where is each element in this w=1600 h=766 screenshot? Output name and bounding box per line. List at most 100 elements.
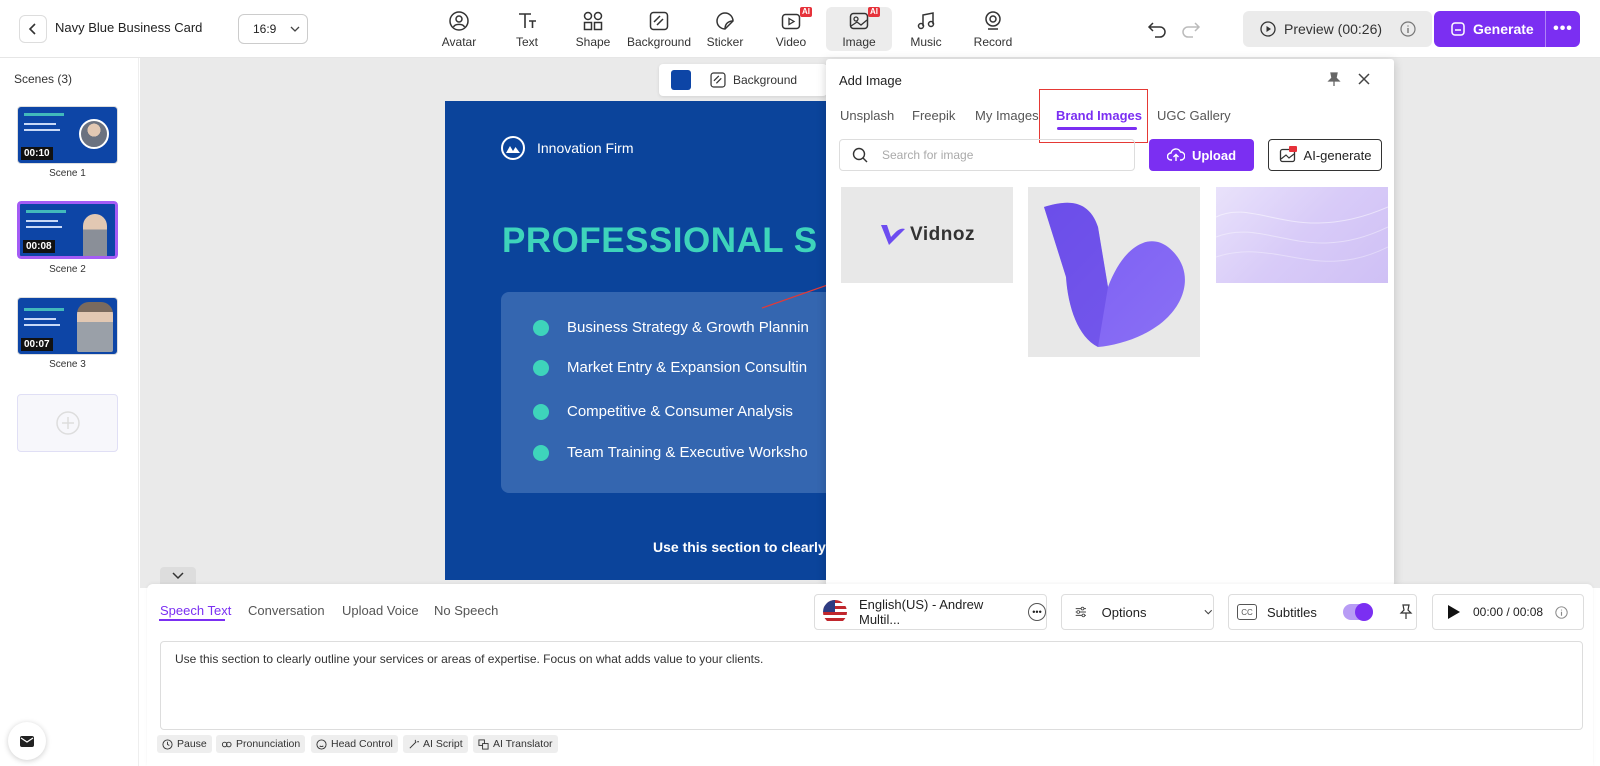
- thumb-line: [24, 318, 56, 320]
- upload-button[interactable]: Upload: [1149, 139, 1254, 171]
- scene-label: Scene 3: [49, 359, 86, 370]
- search-icon: [852, 147, 868, 163]
- generate-label: Generate: [1473, 21, 1534, 37]
- redo-icon: [1182, 22, 1201, 38]
- brand-image-vidnoz-wordmark[interactable]: Vidnoz: [841, 187, 1013, 283]
- pause-button[interactable]: Pause: [157, 735, 212, 753]
- voice-select[interactable]: English(US) - Andrew Multil... •••: [814, 594, 1047, 630]
- magic-pin-icon[interactable]: [1397, 603, 1415, 621]
- upload-label: Upload: [1191, 147, 1237, 163]
- generate-more-button[interactable]: •••: [1546, 20, 1580, 38]
- tool-video[interactable]: AI Video: [758, 6, 824, 51]
- tool-label: Text: [515, 34, 538, 49]
- background-icon: [649, 11, 669, 30]
- ai-generate-label: AI-generate: [1303, 147, 1372, 163]
- messages-button[interactable]: [8, 722, 46, 760]
- ai-image-icon: [1279, 146, 1297, 163]
- ai-translator-button[interactable]: AI Translator: [473, 735, 558, 753]
- redo-button[interactable]: [1180, 18, 1202, 40]
- preview-button[interactable]: Preview (00:26): [1243, 11, 1432, 47]
- pronunciation-button[interactable]: Pronunciation: [216, 735, 306, 753]
- tab-conversation[interactable]: Conversation: [248, 603, 325, 618]
- service-text: Market Entry & Expansion Consultin: [567, 359, 808, 376]
- background-icon: [710, 72, 726, 88]
- slide-canvas[interactable]: Innovation Firm PROFESSIONAL S Business …: [445, 101, 829, 580]
- tool-image[interactable]: AI Image: [826, 6, 892, 51]
- search-input[interactable]: Search for image: [882, 148, 973, 162]
- info-icon[interactable]: [1555, 605, 1568, 619]
- background-tool[interactable]: Background: [709, 71, 797, 89]
- bullet-dot: [533, 444, 549, 461]
- preview-label: Preview (00:26): [1284, 21, 1383, 37]
- image-search-box[interactable]: Search for image: [839, 139, 1135, 171]
- services-box[interactable]: Business Strategy & Growth Plannin Marke…: [501, 292, 829, 493]
- options-select[interactable]: Options: [1061, 594, 1214, 630]
- tab-no-speech[interactable]: No Speech: [434, 603, 498, 618]
- scenes-title: Scenes (3): [14, 72, 73, 86]
- generate-main[interactable]: Generate: [1434, 11, 1546, 47]
- info-icon[interactable]: [1400, 21, 1416, 37]
- tool-text[interactable]: Text: [494, 7, 560, 51]
- brand-image-vidnoz-v-logo[interactable]: [1028, 187, 1200, 357]
- color-swatch[interactable]: [671, 70, 691, 90]
- panel-title: Add Image: [839, 73, 902, 88]
- project-title[interactable]: Navy Blue Business Card: [55, 20, 202, 35]
- back-button[interactable]: [19, 15, 47, 43]
- slide-caption[interactable]: Use this section to clearly o: [653, 539, 829, 555]
- tab-ugc-gallery[interactable]: UGC Gallery: [1157, 108, 1231, 123]
- service-item: Competitive & Consumer Analysis: [533, 403, 793, 420]
- video-icon: [781, 13, 801, 29]
- collapse-toggle[interactable]: [160, 567, 196, 585]
- chevron-down-icon: [1204, 609, 1213, 615]
- brand-logo[interactable]: Innovation Firm: [501, 136, 633, 160]
- generate-button[interactable]: Generate •••: [1434, 11, 1580, 47]
- tool-shape[interactable]: Shape: [560, 7, 626, 51]
- thumb-line: [24, 324, 60, 326]
- brand-image-lavender-wave[interactable]: [1216, 187, 1388, 283]
- scene-thumbnail-2[interactable]: 00:08: [16, 200, 119, 260]
- brand-name: Innovation Firm: [537, 140, 634, 156]
- tool-background[interactable]: Background: [626, 7, 692, 51]
- tool-record[interactable]: Record: [960, 7, 1026, 51]
- tab-freepik[interactable]: Freepik: [912, 108, 955, 123]
- background-tool-label: Background: [733, 73, 798, 87]
- tab-my-images[interactable]: My Images: [975, 108, 1039, 123]
- aspect-ratio-select[interactable]: 16:9: [238, 14, 308, 44]
- clock-icon: [162, 738, 173, 750]
- scene-label: Scene 2: [49, 264, 86, 275]
- subtitles-toggle[interactable]: [1342, 603, 1373, 621]
- options-label: Options: [1101, 604, 1147, 620]
- tab-upload-voice[interactable]: Upload Voice: [342, 603, 419, 618]
- highlight-box: [1039, 89, 1148, 143]
- chevron-down-icon: [290, 26, 300, 32]
- close-icon[interactable]: [1356, 71, 1372, 87]
- wave-pattern: [1216, 206, 1388, 262]
- thumb-title-bar: [26, 210, 66, 213]
- more-icon[interactable]: •••: [1028, 603, 1046, 621]
- vidnoz-logo-icon: [881, 225, 906, 245]
- ai-script-button[interactable]: AI Script: [403, 735, 468, 753]
- undo-button[interactable]: [1146, 18, 1168, 40]
- subtitles-control: CC Subtitles: [1228, 594, 1417, 630]
- speech-text-input[interactable]: Use this section to clearly outline your…: [160, 641, 1583, 730]
- tool-sticker[interactable]: Sticker: [692, 7, 758, 51]
- tab-unsplash[interactable]: Unsplash: [840, 108, 894, 123]
- scene-thumbnail-3[interactable]: 00:07: [17, 297, 118, 355]
- scene-thumbnail-1[interactable]: 00:10: [17, 106, 118, 164]
- head-control-button[interactable]: Head Control: [311, 735, 398, 753]
- thumb-person: [77, 302, 113, 352]
- service-text: Competitive & Consumer Analysis: [567, 403, 793, 420]
- tool-avatar[interactable]: Avatar: [426, 7, 492, 51]
- audio-player: 00:00 / 00:08: [1432, 594, 1584, 630]
- tab-speech-text[interactable]: Speech Text: [160, 603, 231, 618]
- chevron-down-icon: [172, 572, 184, 580]
- aspect-ratio-value: 16:9: [253, 22, 277, 36]
- chevron-left-icon: [28, 23, 36, 35]
- play-icon[interactable]: [1447, 604, 1461, 620]
- add-scene-button[interactable]: [17, 394, 118, 452]
- scene-duration: 00:07: [21, 338, 53, 351]
- ai-generate-button[interactable]: AI-generate: [1268, 139, 1382, 171]
- pin-icon[interactable]: [1326, 71, 1342, 87]
- speech-panel: Speech Text Conversation Upload Voice No…: [147, 584, 1593, 766]
- tool-music[interactable]: Music: [893, 7, 959, 51]
